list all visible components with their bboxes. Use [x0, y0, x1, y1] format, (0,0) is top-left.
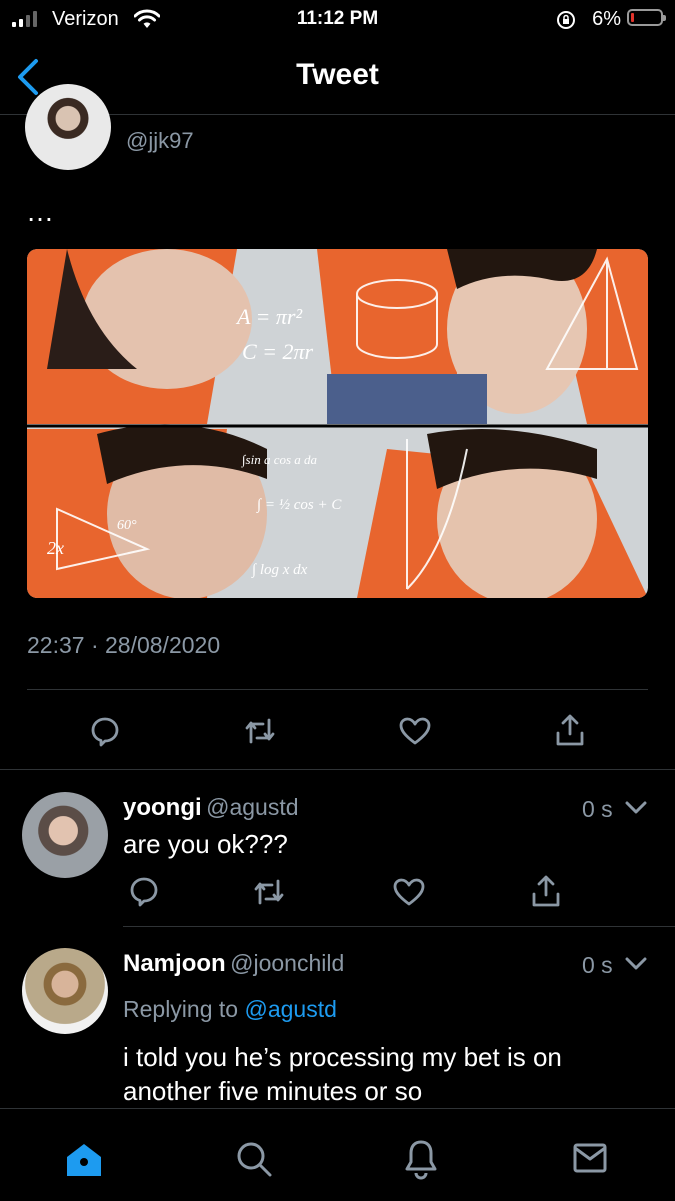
replying-to-handle[interactable]: @agustd: [244, 996, 336, 1022]
status-bar: Verizon 11:12 PM 6%: [0, 0, 675, 38]
notifications-icon[interactable]: [403, 1138, 439, 1180]
svg-text:C = 2πr: C = 2πr: [242, 339, 314, 364]
battery-icon: [627, 9, 666, 26]
home-icon[interactable]: [64, 1141, 104, 1179]
messages-icon[interactable]: [572, 1142, 608, 1174]
retweet-icon[interactable]: [243, 716, 277, 746]
reply-divider: [123, 926, 675, 927]
chevron-down-icon[interactable]: [624, 799, 648, 817]
svg-text:A = πr²: A = πr²: [235, 304, 302, 329]
page-title: Tweet: [296, 58, 379, 91]
tab-bar: [0, 1108, 675, 1201]
search-icon[interactable]: [234, 1139, 274, 1179]
reply-avatar-yoongi[interactable]: [22, 792, 108, 878]
svg-text:∫sin a cos a da: ∫sin a cos a da: [241, 452, 318, 468]
reply-avatar-namjoon[interactable]: [22, 948, 108, 1034]
reply-time: 0 s: [582, 796, 613, 822]
timestamp-divider: [27, 689, 648, 690]
reply-author-handle[interactable]: @joonchild: [230, 950, 344, 976]
reply-text-line-2: another five minutes or so: [123, 1076, 423, 1106]
reply-time: 0 s: [582, 952, 613, 978]
tweet-photo[interactable]: A = πr² C = 2πr ∫sin a cos a da ∫ = ½ co…: [27, 249, 648, 598]
share-icon[interactable]: [555, 713, 585, 747]
reply-header: Namjoon @joonchild: [123, 950, 344, 978]
retweet-icon[interactable]: [252, 877, 286, 907]
author-handle[interactable]: @jjk97: [126, 128, 194, 154]
svg-text:∫ = ½ cos + C: ∫ = ½ cos + C: [256, 497, 342, 513]
author-avatar[interactable]: [25, 84, 111, 170]
tweet-timestamp: 22:37 · 28/08/2020: [27, 632, 221, 658]
reply-icon[interactable]: [128, 875, 160, 907]
replying-to: Replying to @agustd: [123, 996, 337, 1023]
svg-text:2x: 2x: [47, 538, 64, 558]
reply-header: yoongi @agustd: [123, 794, 299, 822]
reply-author-handle[interactable]: @agustd: [206, 794, 298, 820]
like-icon[interactable]: [399, 716, 431, 746]
svg-text:60°: 60°: [117, 518, 137, 533]
reply-author-name[interactable]: Namjoon: [123, 950, 226, 977]
share-icon[interactable]: [531, 874, 561, 908]
replying-to-prefix: Replying to: [123, 996, 239, 1022]
reply-text: are you ok???: [123, 829, 288, 859]
chevron-down-icon[interactable]: [624, 955, 648, 973]
like-icon[interactable]: [393, 877, 425, 907]
battery-percent: 6%: [592, 8, 621, 30]
svg-text:∫ log x dx: ∫ log x dx: [251, 562, 308, 578]
orientation-lock-icon: [557, 11, 575, 29]
reply-icon[interactable]: [89, 715, 121, 747]
actions-divider: [0, 769, 675, 770]
reply-text-line-1: i told you he’s processing my bet is on: [123, 1042, 562, 1072]
reply-author-name[interactable]: yoongi: [123, 794, 202, 821]
tweet-text: …: [26, 196, 54, 227]
